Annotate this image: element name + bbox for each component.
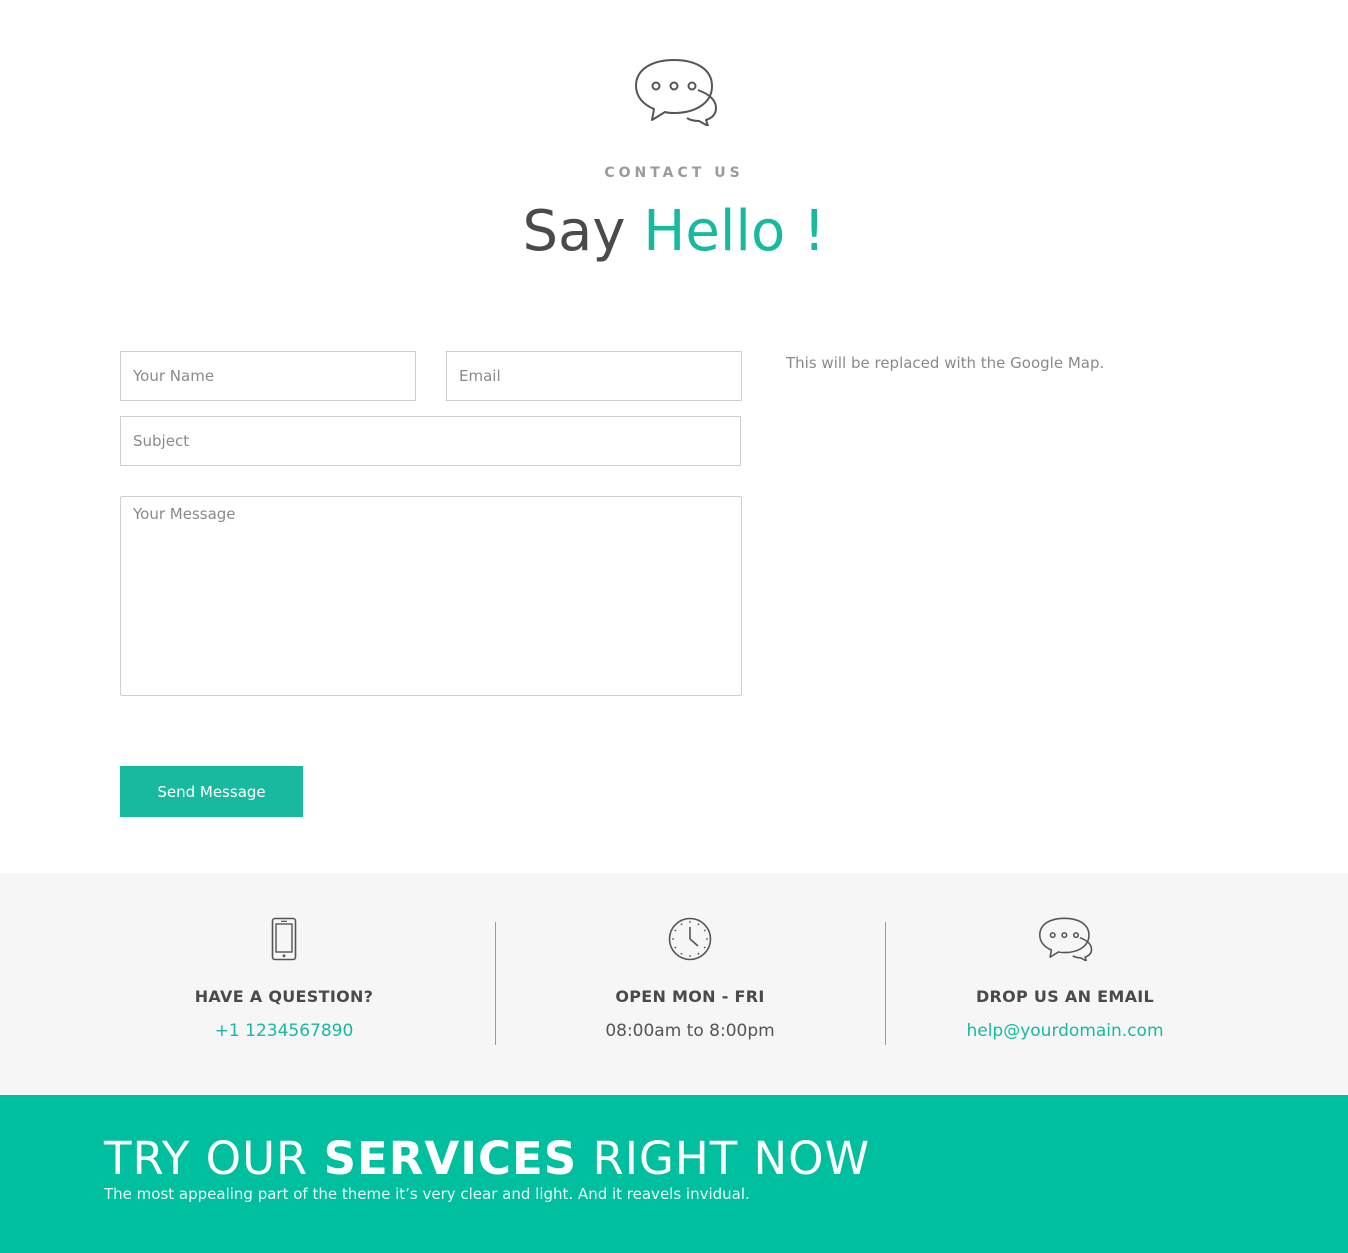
chat-bubbles-icon — [635, 59, 717, 126]
info-title: HAVE A QUESTION? — [194, 987, 374, 1006]
mobile-phone-icon — [271, 917, 297, 961]
contact-section: CONTACT US Say Hello ! Send Message This… — [0, 0, 1348, 873]
info-email: DROP US AN EMAIL help@yourdomain.com — [886, 873, 1244, 1095]
info-title: DROP US AN EMAIL — [975, 987, 1155, 1006]
info-title: OPEN MON - FRI — [615, 987, 765, 1006]
subject-field[interactable] — [120, 416, 741, 466]
message-field[interactable] — [120, 496, 742, 696]
email-field[interactable] — [446, 351, 742, 401]
clock-icon — [668, 917, 712, 961]
headline-accent: Hello ! — [643, 199, 826, 264]
cta-banner: TRY OUR SERVICES RIGHT NOW The most appe… — [0, 1095, 1348, 1253]
email-link[interactable]: help@yourdomain.com — [886, 1021, 1244, 1041]
chat-bubbles-icon — [1038, 917, 1093, 961]
phone-link[interactable]: +1 1234567890 — [90, 1021, 478, 1041]
send-message-button[interactable]: Send Message — [120, 766, 303, 817]
cta-title: TRY OUR SERVICES RIGHT NOW — [104, 1131, 870, 1187]
page-title: Say Hello ! — [0, 196, 1348, 268]
cta-subtitle: The most appealing part of the theme it’… — [104, 1185, 750, 1203]
cta-title-post: RIGHT NOW — [577, 1132, 871, 1185]
name-field[interactable] — [120, 351, 416, 401]
section-eyebrow: CONTACT US — [604, 165, 744, 181]
cta-title-bold: SERVICES — [323, 1132, 578, 1185]
cta-title-pre: TRY OUR — [104, 1132, 324, 1185]
info-hours: OPEN MON - FRI 08:00am to 8:00pm — [496, 873, 884, 1095]
info-phone: HAVE A QUESTION? +1 1234567890 — [90, 873, 478, 1095]
map-placeholder: This will be replaced with the Google Ma… — [786, 354, 1105, 372]
contact-info-band: HAVE A QUESTION? +1 1234567890 OPEN MON … — [0, 873, 1348, 1095]
hours-value: 08:00am to 8:00pm — [605, 1021, 775, 1041]
headline-plain: Say — [522, 199, 644, 264]
